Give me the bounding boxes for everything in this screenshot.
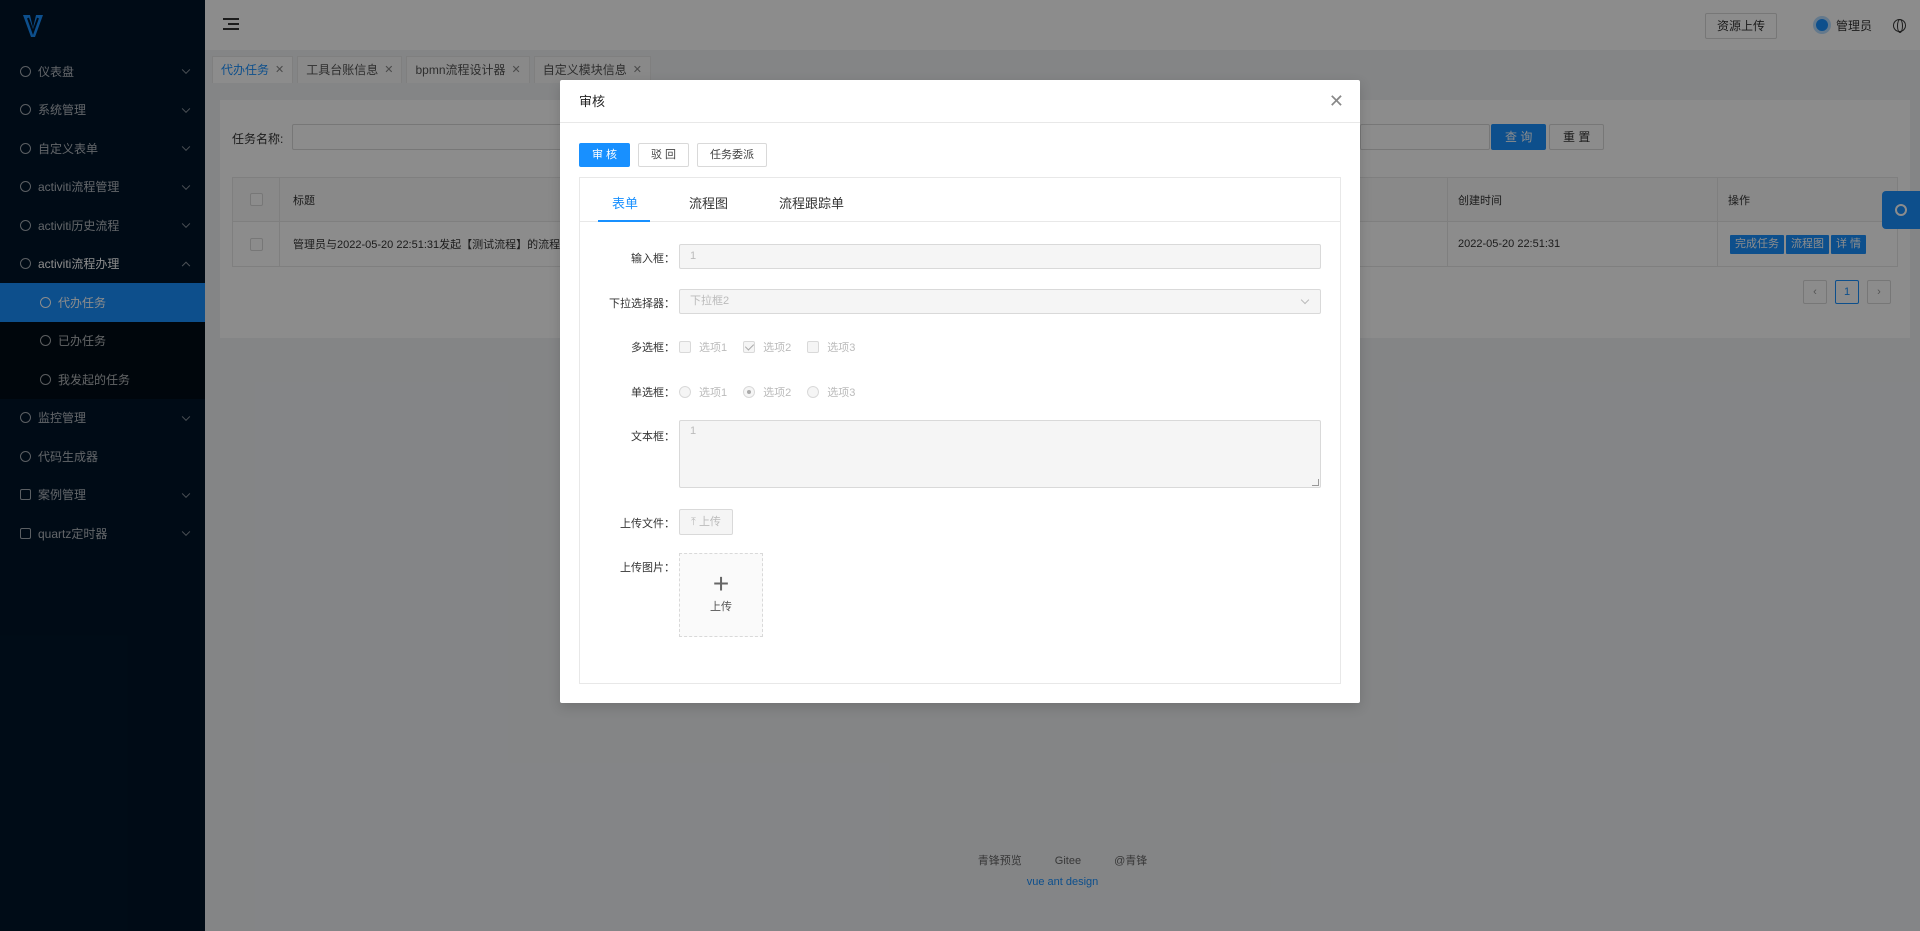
option-label: 选项1 <box>699 342 728 354</box>
resize-handle[interactable] <box>1312 479 1319 486</box>
checkbox-option[interactable]: 选项1 <box>679 339 727 355</box>
option-label: 选项1 <box>699 387 728 399</box>
textarea[interactable]: 1 <box>679 420 1321 488</box>
option-label: 选项3 <box>827 342 856 354</box>
modal-title: 审核 <box>579 94 606 109</box>
form-panel: 表单 流程图 流程跟踪单 输入框： 1 下拉选择器： 下拉框2 多选框： 选项1… <box>579 177 1341 684</box>
approve-button[interactable]: 审 核 <box>579 143 631 167</box>
radio[interactable] <box>807 386 820 398</box>
option-label: 选项2 <box>763 342 792 354</box>
input-label: 输入框： <box>631 253 675 265</box>
tab-tracking[interactable]: 流程跟踪单 <box>779 193 844 212</box>
dropdown-select[interactable]: 下拉框2 <box>679 289 1321 314</box>
tab-flowchart[interactable]: 流程图 <box>689 193 728 212</box>
radio-option[interactable]: 选项1 <box>679 384 727 400</box>
panel-tabs: 表单 流程图 流程跟踪单 <box>580 178 1340 222</box>
upload-file-button[interactable]: ⤒ 上传 <box>679 509 733 535</box>
delegate-button[interactable]: 任务委派 <box>697 143 767 167</box>
radio-group: 选项1 选项2 选项3 <box>679 384 871 400</box>
upload-button-label: 上传 <box>698 516 721 528</box>
checkbox[interactable] <box>807 341 820 353</box>
audit-modal: 审核 ✕ 审 核 驳 回 任务委派 表单 流程图 流程跟踪单 输入框： 1 下拉… <box>560 80 1360 703</box>
radio[interactable] <box>743 386 756 398</box>
option-label: 选项3 <box>827 387 856 399</box>
text-input[interactable]: 1 <box>679 244 1321 269</box>
checkbox-label: 多选框： <box>631 342 675 354</box>
radio-label: 单选框： <box>631 387 675 399</box>
select-label: 下拉选择器： <box>609 298 675 310</box>
checkbox[interactable] <box>743 341 756 353</box>
option-label: 选项2 <box>763 387 792 399</box>
close-icon[interactable]: ✕ <box>1329 80 1344 123</box>
textarea-label: 文本框： <box>631 431 675 443</box>
checkbox-option[interactable]: 选项3 <box>807 339 855 355</box>
file-label: 上传文件： <box>620 518 675 530</box>
upload-icon: ⤒ <box>691 516 696 528</box>
tab-ink-bar <box>598 220 650 222</box>
modal-header: 审核 ✕ <box>560 80 1360 123</box>
radio-option[interactable]: 选项3 <box>807 384 855 400</box>
checkbox-group: 选项1 选项2 选项3 <box>679 339 871 355</box>
radio-option[interactable]: 选项2 <box>743 384 791 400</box>
upload-image-card[interactable]: + 上传 <box>679 553 763 637</box>
select-value: 下拉框2 <box>690 295 730 307</box>
textarea-value: 1 <box>690 425 697 437</box>
reject-button[interactable]: 驳 回 <box>638 143 690 167</box>
plus-icon: + <box>712 568 730 599</box>
image-label: 上传图片： <box>620 562 675 574</box>
checkbox[interactable] <box>679 341 691 353</box>
radio[interactable] <box>679 386 691 398</box>
checkbox-option[interactable]: 选项2 <box>743 339 791 355</box>
tab-form[interactable]: 表单 <box>612 193 638 212</box>
upload-card-label: 上传 <box>710 601 732 613</box>
